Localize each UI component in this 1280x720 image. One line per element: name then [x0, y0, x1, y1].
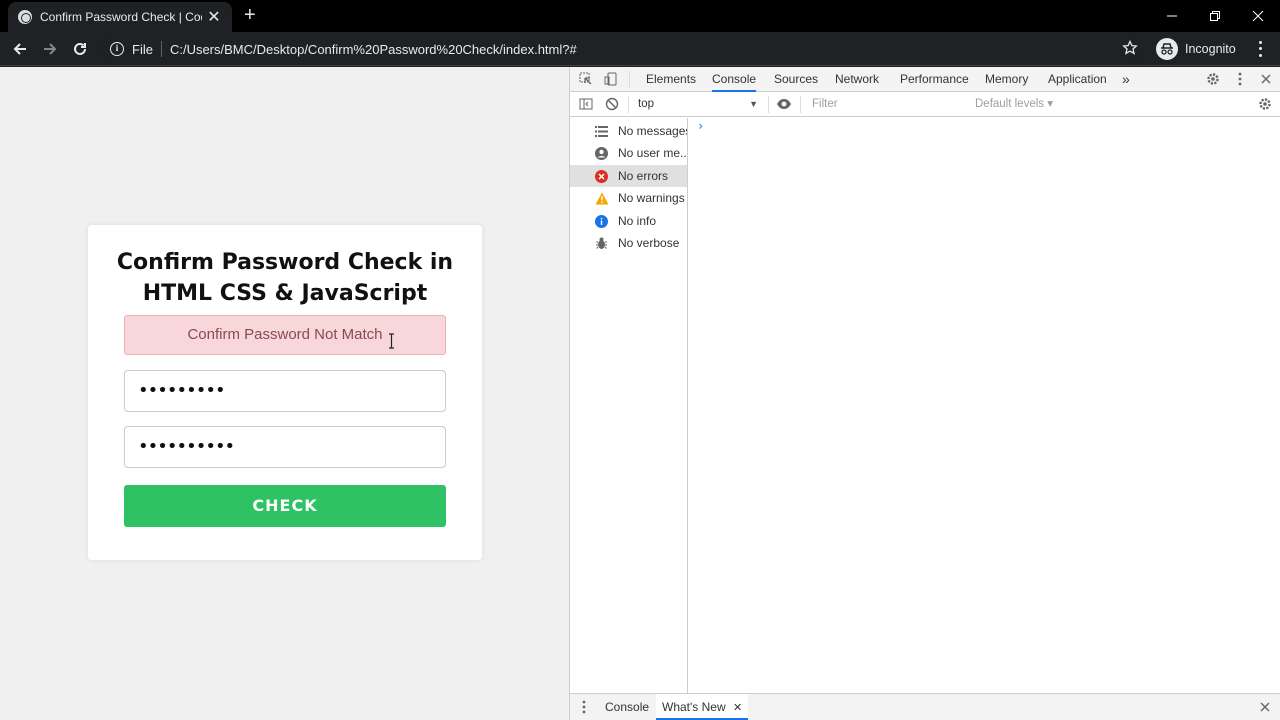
back-button[interactable]: [9, 38, 31, 60]
sidebar-item-info[interactable]: No info: [570, 210, 687, 232]
sidebar-item-errors[interactable]: No errors: [570, 165, 687, 187]
tab-elements[interactable]: Elements: [646, 67, 696, 92]
tab-title: Confirm Password Check | Codin: [40, 10, 202, 24]
sidebar-item-verbose[interactable]: No verbose: [570, 232, 687, 254]
url-text[interactable]: C:/Users/BMC/Desktop/Confirm%20Password%…: [170, 42, 577, 57]
devtools-tabbar: Elements Console Sources Network Perform…: [570, 67, 1280, 92]
title-bar: Confirm Password Check | Codin ✕ +: [0, 0, 1280, 32]
arrow-left-icon: [13, 43, 26, 55]
sidebar-item-messages[interactable]: No messages: [570, 120, 687, 142]
url-scheme: File: [132, 41, 153, 57]
sidebar-item-warnings[interactable]: No warnings: [570, 187, 687, 209]
incognito-icon: [1156, 38, 1178, 60]
forward-button[interactable]: [39, 38, 61, 60]
new-tab-button[interactable]: +: [244, 5, 256, 25]
browser-menu-icon[interactable]: [1252, 39, 1268, 59]
drawer-tab-whats-new[interactable]: What's New ✕: [656, 694, 749, 720]
info-icon[interactable]: i: [110, 42, 124, 56]
globe-icon: [18, 10, 32, 24]
divider: [629, 71, 630, 88]
context-value: top: [638, 98, 654, 110]
sidebar-item-label: No user me...: [618, 146, 687, 160]
log-levels-dropdown[interactable]: Default levels ▾: [975, 96, 1053, 113]
minimize-button[interactable]: [1150, 0, 1194, 32]
drawer-tab-console[interactable]: Console: [605, 694, 649, 720]
mismatch-alert: Confirm Password Not Match: [124, 315, 446, 355]
restore-icon: [1210, 11, 1220, 21]
drawer-menu-icon[interactable]: [580, 699, 588, 715]
bug-icon: [595, 237, 608, 250]
close-devtools-icon[interactable]: [1258, 71, 1274, 87]
confirm-password-field[interactable]: ••••••••••: [124, 426, 446, 468]
check-button[interactable]: CHECK: [124, 485, 446, 527]
user-icon: [595, 146, 608, 160]
sidebar-item-label: No verbose: [618, 236, 680, 250]
device-toggle-icon[interactable]: [603, 71, 619, 87]
password-check-card: Confirm Password Check in HTML CSS & Jav…: [88, 225, 482, 560]
reload-icon: [74, 42, 86, 55]
bookmark-star-icon[interactable]: [1122, 39, 1138, 60]
text-cursor-icon: [389, 333, 394, 349]
info-icon: [595, 214, 608, 228]
devtools-panel: Elements Console Sources Network Perform…: [569, 67, 1280, 720]
context-select[interactable]: top ▼: [638, 96, 758, 113]
devtools-menu-icon[interactable]: [1232, 71, 1248, 87]
more-tabs-icon[interactable]: »: [1122, 67, 1130, 92]
divider: [800, 96, 801, 113]
tab-application[interactable]: Application: [1048, 67, 1107, 92]
close-tab-icon[interactable]: ✕: [733, 702, 742, 714]
error-icon: [595, 169, 608, 183]
clear-console-icon[interactable]: [604, 96, 620, 112]
reload-button[interactable]: [69, 38, 91, 60]
close-icon: [1252, 10, 1264, 22]
sidebar-item-label: No info: [618, 214, 657, 228]
close-drawer-icon[interactable]: [1258, 700, 1272, 714]
dropdown-arrow-icon: ▼: [749, 99, 758, 109]
incognito-profile-button[interactable]: Incognito: [1156, 38, 1236, 60]
sidebar-item-user-messages[interactable]: No user me...: [570, 142, 687, 164]
list-icon: [595, 125, 608, 138]
divider: [628, 96, 629, 113]
tab-sources[interactable]: Sources: [774, 67, 818, 92]
address-bar[interactable]: i File C:/Users/BMC/Desktop/Confirm%20Pa…: [102, 35, 1144, 63]
divider: [768, 96, 769, 113]
divider: [160, 41, 162, 57]
arrow-right-icon: [44, 43, 57, 55]
profile-label: Incognito: [1185, 42, 1236, 56]
browser-toolbar: i File C:/Users/BMC/Desktop/Confirm%20Pa…: [0, 32, 1280, 66]
password-field[interactable]: •••••••••: [124, 370, 446, 412]
page-heading: Confirm Password Check in HTML CSS & Jav…: [116, 250, 454, 306]
close-window-button[interactable]: [1236, 0, 1280, 32]
tab-memory[interactable]: Memory: [985, 67, 1028, 92]
minimize-icon: [1167, 15, 1177, 17]
sidebar-item-label: No errors: [618, 169, 669, 183]
tab-network[interactable]: Network: [835, 67, 879, 92]
page-viewport: Confirm Password Check in HTML CSS & Jav…: [0, 67, 569, 720]
tab-close-icon[interactable]: ✕: [206, 9, 222, 25]
devtools-drawer: Console What's New ✕: [570, 693, 1280, 720]
browser-tab[interactable]: Confirm Password Check | Codin ✕: [8, 2, 232, 32]
settings-gear-icon[interactable]: [1205, 71, 1221, 87]
console-prompt-icon[interactable]: ›: [697, 119, 704, 133]
console-settings-gear-icon[interactable]: [1257, 96, 1273, 112]
warning-icon: [595, 192, 608, 205]
tab-console[interactable]: Console: [712, 67, 757, 92]
console-filter-bar: top ▼ Filter Default levels ▾: [570, 92, 1280, 117]
sidebar-item-label: No warnings: [618, 191, 685, 205]
inspect-icon[interactable]: [578, 71, 594, 87]
sidebar-item-label: No messages: [618, 124, 687, 138]
sidebar-toggle-icon[interactable]: [578, 96, 594, 112]
tab-performance[interactable]: Performance: [900, 67, 969, 92]
drawer-tab-label: What's New: [662, 700, 726, 714]
console-sidebar: No messages No user me... No errors No w…: [570, 118, 688, 693]
filter-input[interactable]: Filter: [806, 96, 966, 113]
eye-icon[interactable]: [775, 96, 793, 112]
restore-button[interactable]: [1193, 0, 1237, 32]
